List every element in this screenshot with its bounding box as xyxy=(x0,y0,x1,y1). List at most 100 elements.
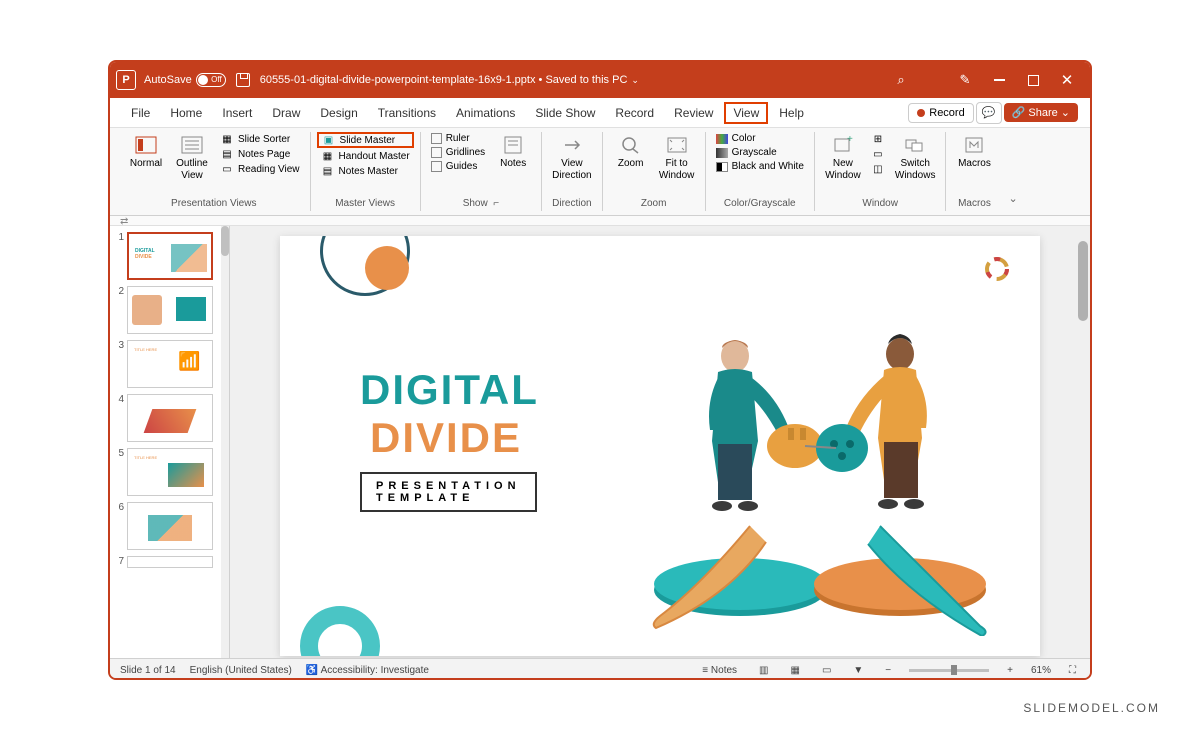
autosave-toggle[interactable]: AutoSave Off xyxy=(144,73,226,87)
thumbnail-panel: 1DIGITALDIVIDE 2 3TITLE HERE📶 4 5TITLE H… xyxy=(110,226,230,658)
view-direction-button[interactable]: View Direction xyxy=(548,132,595,184)
menu-record[interactable]: Record xyxy=(606,102,663,124)
slide-master-button[interactable]: ▣Slide Master xyxy=(317,132,414,148)
titlebar: P AutoSave Off 60555-01-digital-divide-p… xyxy=(110,62,1090,98)
zoom-button[interactable]: Zoom xyxy=(609,132,653,172)
menu-draw[interactable]: Draw xyxy=(263,102,309,124)
zoom-icon xyxy=(618,134,644,156)
bw-button[interactable]: Black and White xyxy=(712,160,808,173)
fit-icon xyxy=(664,134,690,156)
fit-to-window-icon[interactable]: ⛶ xyxy=(1065,663,1080,678)
color-button[interactable]: Color xyxy=(712,132,808,145)
split-button[interactable]: ◫ xyxy=(867,162,889,176)
chevron-down-icon[interactable]: ⌄ xyxy=(631,75,639,86)
outline-icon xyxy=(179,134,205,156)
ribbon: Normal Outline View ▦Slide Sorter ▤Notes… xyxy=(110,128,1090,216)
decorative-ring xyxy=(300,606,380,656)
decorative-dot xyxy=(365,246,409,290)
group-show: Ruler Gridlines Guides Notes Show ⌐ xyxy=(421,132,542,211)
notes-icon xyxy=(500,134,526,156)
toggle-switch[interactable]: Off xyxy=(196,73,226,87)
menu-file[interactable]: File xyxy=(122,102,159,124)
menu-insert[interactable]: Insert xyxy=(213,102,261,124)
reading-view-icon[interactable]: ▭ xyxy=(818,663,835,678)
ribbon-overflow[interactable]: ⇄ xyxy=(110,216,1090,226)
menu-design[interactable]: Design xyxy=(311,102,366,124)
thumbnail-4[interactable] xyxy=(127,394,213,442)
gridlines-checkbox[interactable]: Gridlines xyxy=(427,146,489,159)
share-button[interactable]: 🔗 Share ⌄ xyxy=(1004,103,1078,122)
guides-checkbox[interactable]: Guides xyxy=(427,160,489,173)
canvas-scrollbar[interactable] xyxy=(1078,236,1088,636)
arrange-icon: ⊞ xyxy=(871,133,885,145)
macros-button[interactable]: Macros xyxy=(952,132,996,172)
notes-page-icon: ▤ xyxy=(220,148,234,160)
notes-master-icon: ▤ xyxy=(321,165,335,177)
comments-button[interactable]: 💬 xyxy=(976,102,1002,124)
split-icon: ◫ xyxy=(871,163,885,175)
slideshow-view-icon[interactable]: ▼ xyxy=(849,663,867,678)
powerpoint-window: P AutoSave Off 60555-01-digital-divide-p… xyxy=(108,60,1092,680)
cascade-button[interactable]: ▭ xyxy=(867,147,889,161)
menu-animations[interactable]: Animations xyxy=(447,102,524,124)
paintbrush-icon[interactable]: ✎ xyxy=(948,66,982,94)
normal-icon xyxy=(133,134,159,156)
notes-toggle[interactable]: ≡ Notes xyxy=(698,663,741,678)
zoom-in-button[interactable]: + xyxy=(1003,663,1017,678)
search-icon[interactable]: ⌕ xyxy=(884,66,918,94)
thumbnail-3[interactable]: TITLE HERE📶 xyxy=(127,340,213,388)
zoom-level[interactable]: 61% xyxy=(1031,665,1051,676)
menu-transitions[interactable]: Transitions xyxy=(369,102,445,124)
language-status[interactable]: English (United States) xyxy=(190,665,292,676)
maximize-button[interactable] xyxy=(1016,66,1050,94)
grayscale-button[interactable]: Grayscale xyxy=(712,146,808,159)
zoom-out-button[interactable]: − xyxy=(881,663,895,678)
document-filename: 60555-01-digital-divide-powerpoint-templ… xyxy=(260,74,628,86)
zoom-slider[interactable] xyxy=(909,669,989,672)
normal-view-button[interactable]: Normal xyxy=(124,132,168,172)
accessibility-status[interactable]: ♿ Accessibility: Investigate xyxy=(306,665,429,676)
normal-view-icon[interactable]: ▥ xyxy=(755,663,772,678)
arrange-all-button[interactable]: ⊞ xyxy=(867,132,889,146)
handout-master-button[interactable]: ▦Handout Master xyxy=(317,149,414,163)
thumbnail-7[interactable] xyxy=(127,556,213,568)
record-button[interactable]: Record xyxy=(908,103,973,123)
canvas-area: DIGITAL DIVIDE PRESENTATIONTEMPLATE xyxy=(230,226,1090,658)
group-color: Color Grayscale Black and White Color/Gr… xyxy=(706,132,815,211)
close-button[interactable]: ✕ xyxy=(1050,66,1084,94)
reading-icon: ▭ xyxy=(220,163,234,175)
sorter-view-icon[interactable]: ▦ xyxy=(786,663,803,678)
minimize-button[interactable] xyxy=(982,66,1016,94)
switch-windows-button[interactable]: Switch Windows xyxy=(891,132,940,184)
menubar: File Home Insert Draw Design Transitions… xyxy=(110,98,1090,128)
slide-sorter-button[interactable]: ▦Slide Sorter xyxy=(216,132,304,146)
svg-text:+: + xyxy=(847,135,853,145)
slide-illustration xyxy=(600,296,1020,636)
menu-review[interactable]: Review xyxy=(665,102,722,124)
thumbnail-2[interactable] xyxy=(127,286,213,334)
fit-window-button[interactable]: Fit to Window xyxy=(655,132,699,184)
menu-help[interactable]: Help xyxy=(770,102,813,124)
save-icon[interactable] xyxy=(236,73,250,87)
outline-view-button[interactable]: Outline View xyxy=(170,132,214,184)
collapse-ribbon-button[interactable]: ⌄ xyxy=(1002,186,1023,211)
bw-icon xyxy=(716,162,728,172)
notes-page-button[interactable]: ▤Notes Page xyxy=(216,147,304,161)
new-window-button[interactable]: + New Window xyxy=(821,132,865,184)
thumbnail-6[interactable] xyxy=(127,502,213,550)
menu-home[interactable]: Home xyxy=(161,102,211,124)
new-window-icon: + xyxy=(830,134,856,156)
reading-view-button[interactable]: ▭Reading View xyxy=(216,162,304,176)
sorter-icon: ▦ xyxy=(220,133,234,145)
notes-master-button[interactable]: ▤Notes Master xyxy=(317,164,414,178)
ruler-checkbox[interactable]: Ruler xyxy=(427,132,489,145)
direction-icon xyxy=(559,134,585,156)
thumbnail-1[interactable]: DIGITALDIVIDE xyxy=(127,232,213,280)
thumbnail-scrollbar[interactable] xyxy=(221,226,229,658)
menu-slideshow[interactable]: Slide Show xyxy=(526,102,604,124)
thumbnail-5[interactable]: TITLE HERE xyxy=(127,448,213,496)
slide-canvas[interactable]: DIGITAL DIVIDE PRESENTATIONTEMPLATE xyxy=(280,236,1040,656)
notes-button[interactable]: Notes xyxy=(491,132,535,172)
menu-view[interactable]: View xyxy=(724,102,768,124)
handout-icon: ▦ xyxy=(321,150,335,162)
